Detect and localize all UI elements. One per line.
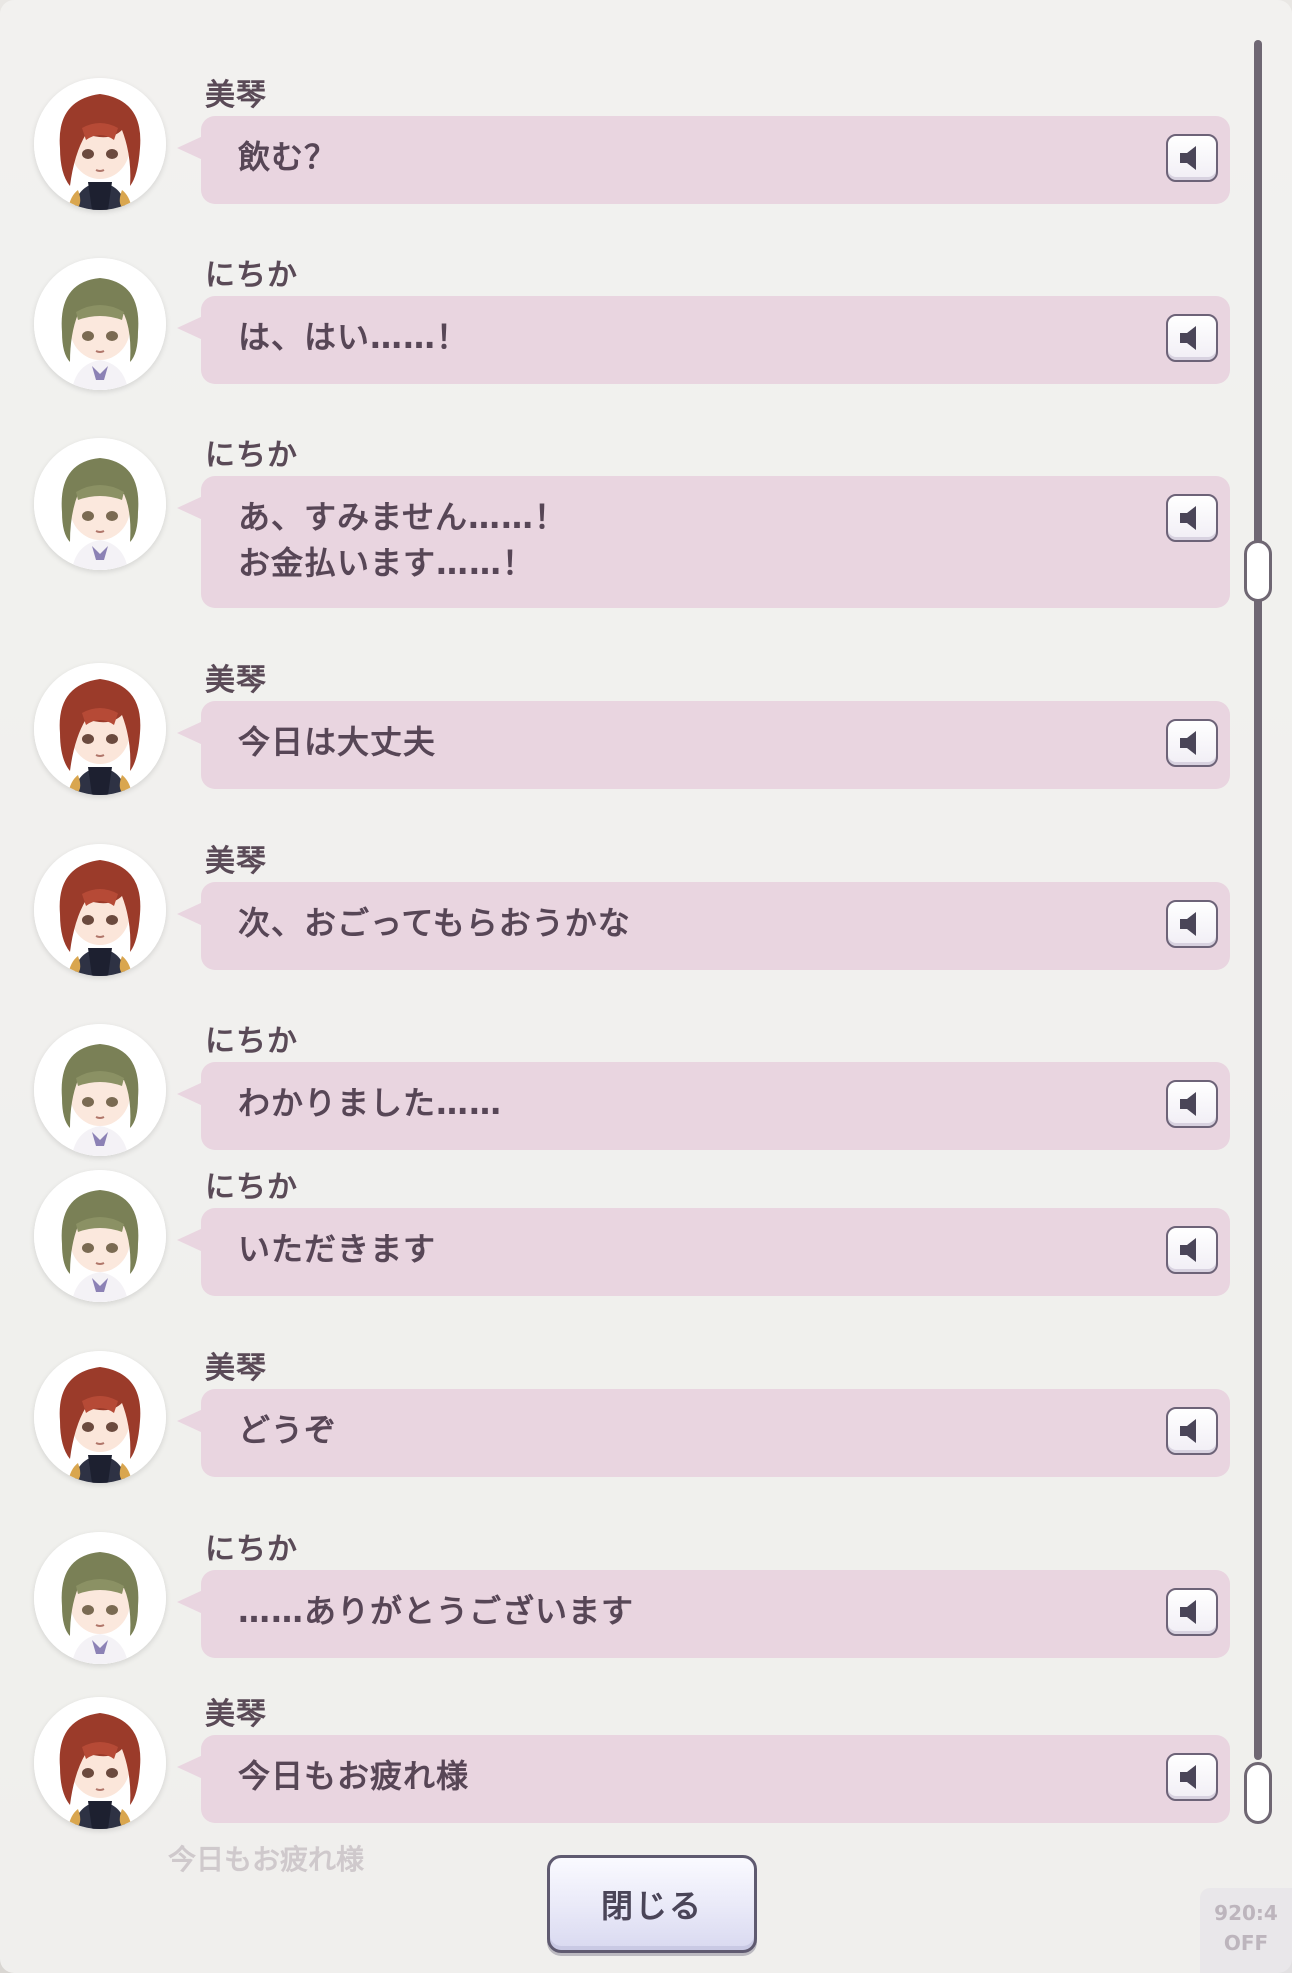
message-text: 飲む？ — [238, 138, 338, 176]
speaker-name: 美琴 — [205, 78, 267, 113]
speaker-name: にちか — [205, 258, 298, 293]
speaker-name: 美琴 — [205, 1697, 267, 1732]
message-text: 今日もお疲れ様 — [238, 1757, 470, 1795]
speaker-name: 美琴 — [205, 663, 267, 698]
message-text: いただきます — [238, 1230, 437, 1268]
speaker-name: 美琴 — [205, 1351, 267, 1386]
scrollbar-thumb[interactable] — [1244, 1762, 1272, 1824]
message-text: 次、おごってもらおうかな — [238, 904, 631, 942]
avatar — [34, 1024, 166, 1156]
speaker-icon — [1177, 1763, 1207, 1791]
speaker-name: にちか — [205, 1170, 298, 1205]
speaker-icon — [1177, 144, 1207, 172]
speaker-icon — [1177, 1417, 1207, 1445]
scrollbar-thumb[interactable] — [1244, 540, 1272, 602]
message-text: どうぞ — [238, 1411, 338, 1449]
voice-replay-button[interactable] — [1166, 494, 1218, 542]
speaker-icon — [1177, 324, 1207, 352]
message-bubble: 今日もお疲れ様 — [177, 1735, 1230, 1823]
speaker-icon — [1177, 910, 1207, 938]
speaker-icon — [1177, 504, 1207, 532]
speaker-name: にちか — [205, 1024, 298, 1059]
avatar — [34, 1532, 166, 1664]
message-bubble: ……ありがとうございます — [177, 1570, 1230, 1658]
message-bubble: 次、おごってもらおうかな — [177, 882, 1230, 970]
backlog-panel: 今日もお疲れ様 920:4 OFF 美琴 飲む？ にちか は、はい……！ にちか… — [0, 0, 1292, 1973]
message-bubble: あ、すみません……！ お金払います……！ — [177, 476, 1230, 608]
message-bubble: 飲む？ — [177, 116, 1230, 204]
voice-replay-button[interactable] — [1166, 134, 1218, 182]
avatar — [34, 438, 166, 570]
speaker-name: にちか — [205, 1532, 298, 1567]
avatar — [34, 1170, 166, 1302]
voice-replay-button[interactable] — [1166, 1407, 1218, 1455]
avatar — [34, 844, 166, 976]
voice-replay-button[interactable] — [1166, 900, 1218, 948]
speaker-icon — [1177, 1236, 1207, 1264]
message-bubble: どうぞ — [177, 1389, 1230, 1477]
voice-replay-button[interactable] — [1166, 719, 1218, 767]
message-text: わかりました…… — [238, 1084, 503, 1122]
voice-replay-button[interactable] — [1166, 314, 1218, 362]
avatar — [34, 663, 166, 795]
avatar — [34, 1697, 166, 1829]
avatar — [34, 78, 166, 210]
speaker-icon — [1177, 1598, 1207, 1626]
speaker-icon — [1177, 729, 1207, 757]
message-text: あ、すみません……！ お金払います……！ — [238, 498, 568, 582]
speaker-name: 美琴 — [205, 844, 267, 879]
scrollbar-track[interactable] — [1254, 40, 1262, 1760]
speaker-name: にちか — [205, 438, 298, 473]
message-bubble: は、はい……！ — [177, 296, 1230, 384]
message-bubble: わかりました…… — [177, 1062, 1230, 1150]
message-bubble: 今日は大丈夫 — [177, 701, 1230, 789]
close-button[interactable]: 閉じる — [547, 1855, 757, 1953]
message-bubble: いただきます — [177, 1208, 1230, 1296]
avatar — [34, 1351, 166, 1483]
message-text: は、はい……！ — [238, 318, 470, 356]
avatar — [34, 258, 166, 390]
voice-replay-button[interactable] — [1166, 1080, 1218, 1128]
message-text: 今日は大丈夫 — [238, 723, 437, 761]
voice-replay-button[interactable] — [1166, 1588, 1218, 1636]
voice-replay-button[interactable] — [1166, 1226, 1218, 1274]
speaker-icon — [1177, 1090, 1207, 1118]
voice-replay-button[interactable] — [1166, 1753, 1218, 1801]
message-text: ……ありがとうございます — [238, 1592, 635, 1630]
backlog-list[interactable]: 美琴 飲む？ にちか は、はい……！ にちか あ、すみません……！ お金払います… — [0, 0, 1250, 1973]
